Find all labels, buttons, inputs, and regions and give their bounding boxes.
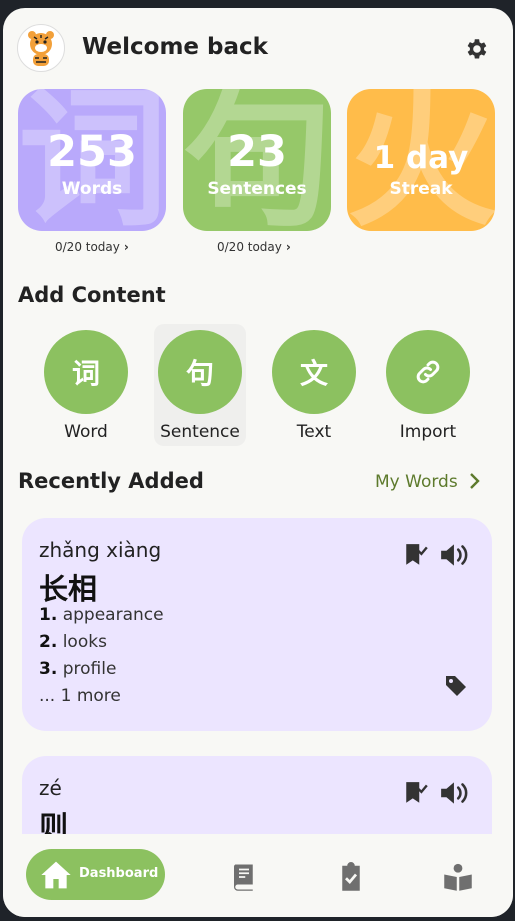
add-text-label: Text [296,422,332,442]
add-sentence-button[interactable]: 句 Sentence [154,324,246,446]
link-icon [386,330,470,414]
sentences-today-text: 0/20 today [217,240,282,254]
book-icon[interactable] [229,862,259,892]
add-word-button[interactable]: 词 Word [40,324,132,446]
streak-count: 1 day [373,140,469,176]
page-title: Welcome back [82,34,268,60]
my-words-link[interactable]: My Words [375,472,458,492]
add-text-button[interactable]: 文 Text [268,324,360,446]
add-content-title: Add Content [18,283,166,307]
clipboard-check-icon[interactable] [336,862,366,892]
import-button[interactable]: Import [382,324,474,446]
sentences-label: Sentences [207,179,307,199]
streak-label: Streak [389,179,453,199]
def-text: looks [62,632,107,652]
home-icon [41,861,71,889]
recently-added-title: Recently Added [18,469,204,493]
nav-dashboard[interactable]: Dashboard [26,849,165,900]
sentences-today-link[interactable]: 0/20 today › [217,240,291,254]
word-card[interactable]: zhǎng xiàng 长相 1. appearance 2. looks 3.… [22,518,492,731]
speaker-icon[interactable] [439,780,471,806]
chevron-right-icon: › [285,240,291,254]
avatar[interactable] [17,24,65,72]
tiger-mascot-icon [28,31,54,66]
add-word-label: Word [64,422,108,442]
definition: 1. appearance [39,605,164,625]
words-count: 253 [47,127,137,177]
def-number: 2. [39,632,58,652]
chevron-right-icon: › [123,240,129,254]
gear-icon[interactable] [463,36,489,62]
bookmark-check-icon[interactable] [403,542,429,568]
bookmark-check-icon[interactable] [403,780,429,806]
def-text: appearance [62,605,164,625]
reader-icon[interactable] [443,862,473,892]
streak-stat-card[interactable]: 火 1 day Streak [347,89,495,231]
nav-dashboard-label: Dashboard [79,866,159,881]
chevron-right-icon[interactable] [469,472,481,490]
def-number: 1. [39,605,58,625]
text-char-icon: 文 [272,330,356,414]
words-today-text: 0/20 today [55,240,120,254]
sentences-count: 23 [227,127,287,177]
words-stat-card[interactable]: 词 253 Words [18,89,166,231]
import-label: Import [399,422,457,442]
more-definitions[interactable]: ... 1 more [39,686,121,706]
words-today-link[interactable]: 0/20 today › [55,240,129,254]
add-sentence-label: Sentence [160,422,240,442]
def-text: profile [62,659,117,679]
sentence-char-icon: 句 [158,330,242,414]
sentences-stat-card[interactable]: 句 23 Sentences [183,89,331,231]
definition: 2. looks [39,632,107,652]
definition: 3. profile [39,659,116,679]
words-label: Words [61,179,123,199]
hanzi: 长相 [39,572,98,606]
def-number: 3. [39,659,58,679]
pinyin: zhǎng xiàng [39,538,162,562]
speaker-icon[interactable] [439,542,471,568]
app-window: Welcome back 词 253 Words 句 23 Sentences … [3,8,513,917]
word-char-icon: 词 [44,330,128,414]
pinyin: zé [39,776,62,800]
bottom-nav: Dashboard [3,834,513,917]
tag-icon[interactable] [444,674,468,698]
